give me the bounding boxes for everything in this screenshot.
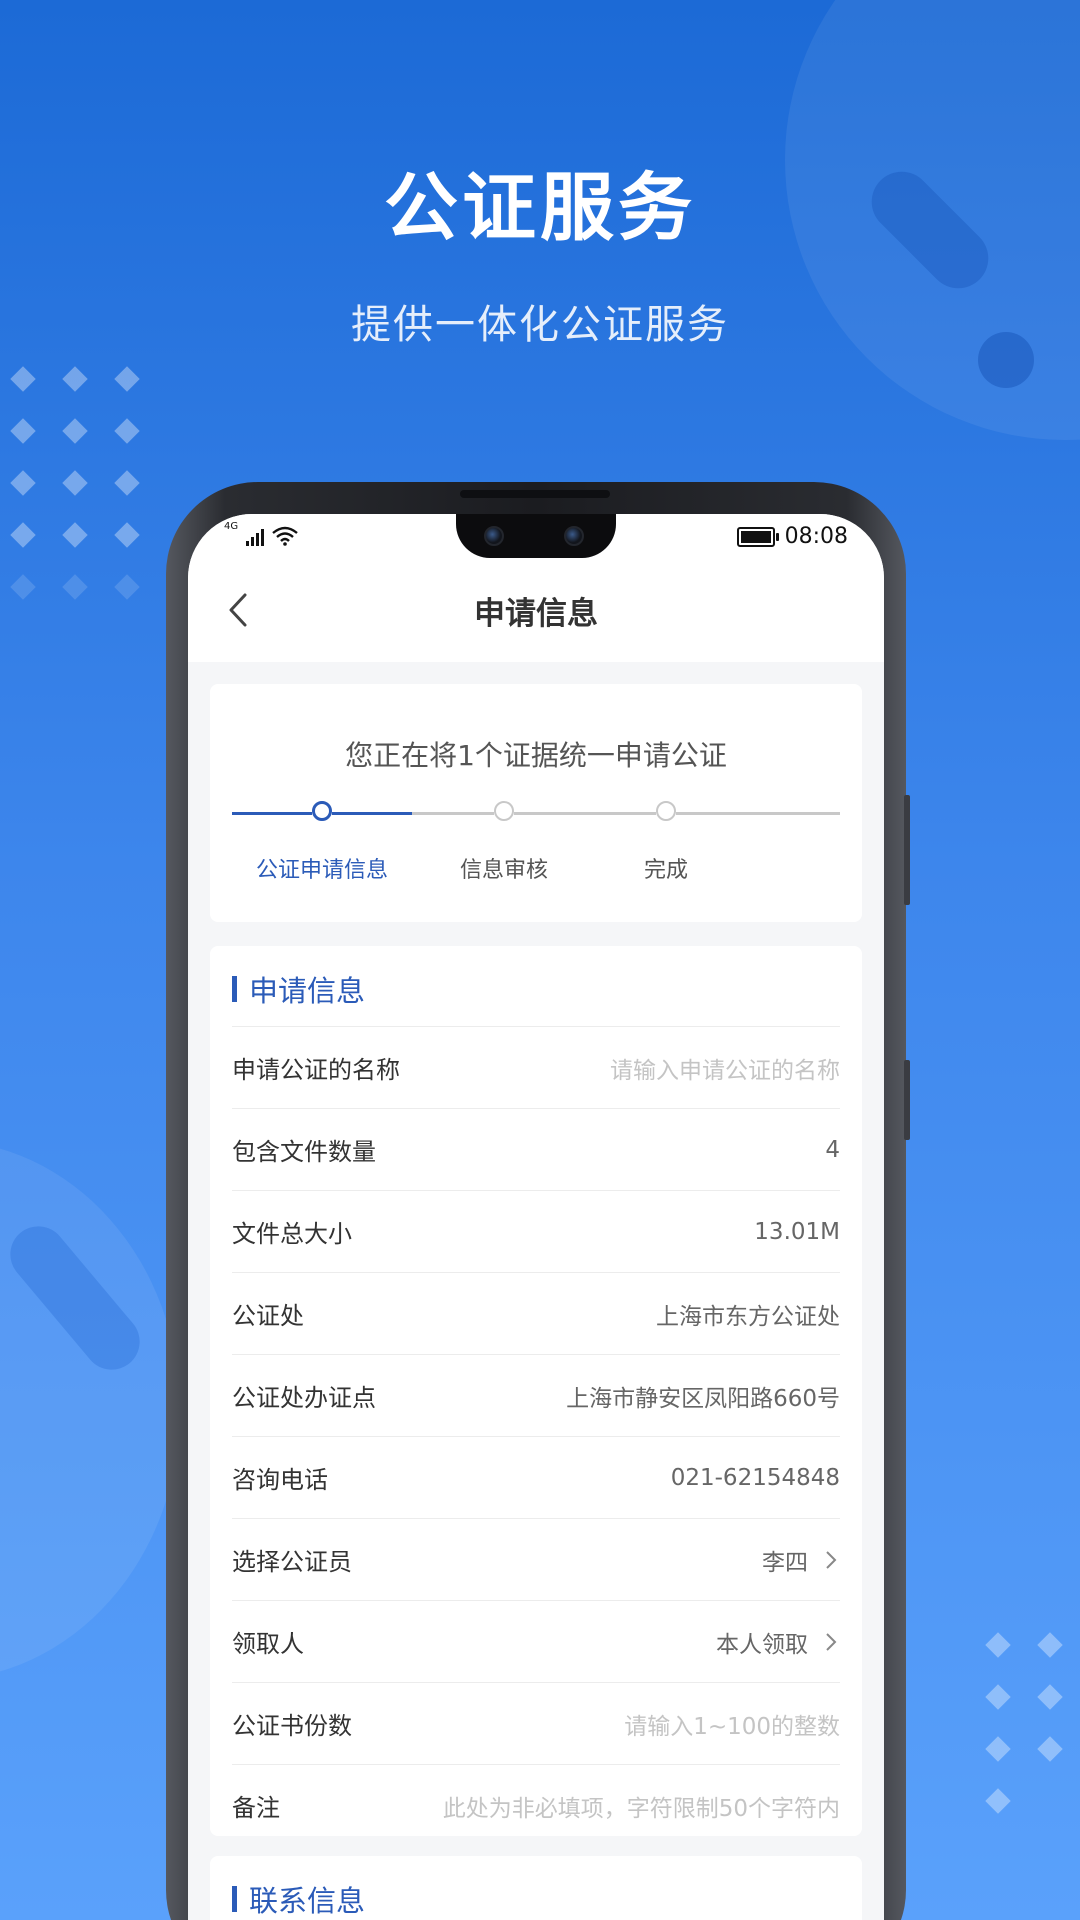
diamond-pattern xyxy=(0,362,156,622)
step-line xyxy=(676,812,840,815)
nav-bar: 申请信息 xyxy=(188,558,884,662)
row-label: 公证书份数 xyxy=(232,1712,352,1740)
hero-subtitle: 提供一体化公证服务 xyxy=(351,302,729,348)
row-value: 上海市东方公证处 xyxy=(656,1303,840,1330)
form-row-recipient[interactable]: 领取人 本人领取 xyxy=(232,1600,840,1682)
step-line xyxy=(514,812,656,815)
promo-page: 公证服务 提供一体化公证服务 4G 08:08 申请信息 您正在将1个证据统一申… xyxy=(0,0,1080,1920)
section-header: 联系信息 xyxy=(232,1878,365,1920)
form-row-phone: 咨询电话 021-62154848 xyxy=(232,1436,840,1518)
step-label-apply: 公证申请信息 xyxy=(255,858,388,883)
row-label: 咨询电话 xyxy=(232,1466,328,1494)
phone-side-button xyxy=(904,795,910,905)
camera-icon xyxy=(484,526,504,546)
row-label: 公证处 xyxy=(232,1302,304,1330)
remark-input[interactable]: 此处为非必填项，字符限制50个字符内 xyxy=(443,1789,840,1823)
phone-side-button xyxy=(904,1060,910,1140)
section-title: 申请信息 xyxy=(249,974,366,1008)
wifi-icon xyxy=(272,526,298,546)
form-row-name[interactable]: 申请公证的名称 请输入申请公证的名称 xyxy=(232,1026,840,1108)
copies-input[interactable]: 请输入1~100的整数 xyxy=(624,1707,840,1741)
application-info-card: 申请信息 申请公证的名称 请输入申请公证的名称 包含文件数量 4 文件总大小 1… xyxy=(210,946,862,1836)
decorative-circle xyxy=(0,1140,180,1680)
section-accent-bar xyxy=(232,976,237,1002)
form-row-notary-office: 公证处 上海市东方公证处 xyxy=(232,1272,840,1354)
row-label: 选择公证员 xyxy=(232,1548,352,1576)
section-header: 申请信息 xyxy=(232,968,365,1010)
row-label: 领取人 xyxy=(232,1630,304,1658)
phone-notch xyxy=(456,514,616,558)
recipient-select[interactable]: 本人领取 xyxy=(716,1625,840,1659)
row-label: 申请公证的名称 xyxy=(232,1056,400,1084)
row-value: 上海市静安区凤阳路660号 xyxy=(566,1385,840,1412)
progress-card: 您正在将1个证据统一申请公证 公证申请信息 信息审核 完成 xyxy=(210,684,862,922)
row-label: 包含文件数量 xyxy=(232,1138,376,1166)
phone-screen: 4G 08:08 申请信息 您正在将1个证据统一申请公证 公证申请信息 信息审核… xyxy=(188,514,884,1920)
step-line xyxy=(332,812,412,815)
hero-title: 公证服务 xyxy=(384,165,696,251)
row-value: 本人领取 xyxy=(716,1631,808,1658)
step-node-active xyxy=(312,801,332,821)
status-time: 08:08 xyxy=(784,524,848,549)
step-label-done: 完成 xyxy=(643,858,688,883)
network-type: 4G xyxy=(224,521,239,532)
phone-speaker xyxy=(460,490,610,498)
status-bar: 4G 08:08 xyxy=(188,514,884,558)
section-accent-bar xyxy=(232,1886,237,1912)
notary-name-input[interactable]: 请输入申请公证的名称 xyxy=(610,1051,840,1085)
row-value: 4 xyxy=(825,1136,840,1163)
camera-icon xyxy=(564,526,584,546)
form-row-file-count: 包含文件数量 4 xyxy=(232,1108,840,1190)
row-label: 备注 xyxy=(232,1794,280,1822)
row-value: 13.01M xyxy=(754,1218,840,1245)
step-line xyxy=(232,812,312,815)
application-form: 申请公证的名称 请输入申请公证的名称 包含文件数量 4 文件总大小 13.01M… xyxy=(232,1026,840,1846)
row-label: 公证处办证点 xyxy=(232,1384,376,1412)
form-row-remark[interactable]: 备注 此处为非必填项，字符限制50个字符内 xyxy=(232,1764,840,1846)
notary-officer-select[interactable]: 李四 xyxy=(762,1543,840,1577)
row-label: 文件总大小 xyxy=(232,1220,352,1248)
diamond-pattern xyxy=(975,1628,1080,1836)
page-title: 申请信息 xyxy=(474,596,598,632)
section-title: 联系信息 xyxy=(249,1884,366,1918)
form-row-copies[interactable]: 公证书份数 请输入1~100的整数 xyxy=(232,1682,840,1764)
signal-icon xyxy=(246,528,265,546)
contact-info-card: 联系信息 xyxy=(210,1856,862,1920)
step-node xyxy=(494,801,514,821)
row-value: 021-62154848 xyxy=(670,1464,840,1491)
progress-note: 您正在将1个证据统一申请公证 xyxy=(345,739,727,772)
chevron-right-icon xyxy=(826,1550,837,1569)
form-row-file-size: 文件总大小 13.01M xyxy=(232,1190,840,1272)
form-row-office-location: 公证处办证点 上海市静安区凤阳路660号 xyxy=(232,1354,840,1436)
row-value: 李四 xyxy=(762,1549,808,1576)
form-row-notary-officer[interactable]: 选择公证员 李四 xyxy=(232,1518,840,1600)
battery-icon xyxy=(736,526,779,547)
chevron-right-icon xyxy=(826,1632,837,1651)
step-node xyxy=(656,801,676,821)
step-line xyxy=(412,812,494,815)
